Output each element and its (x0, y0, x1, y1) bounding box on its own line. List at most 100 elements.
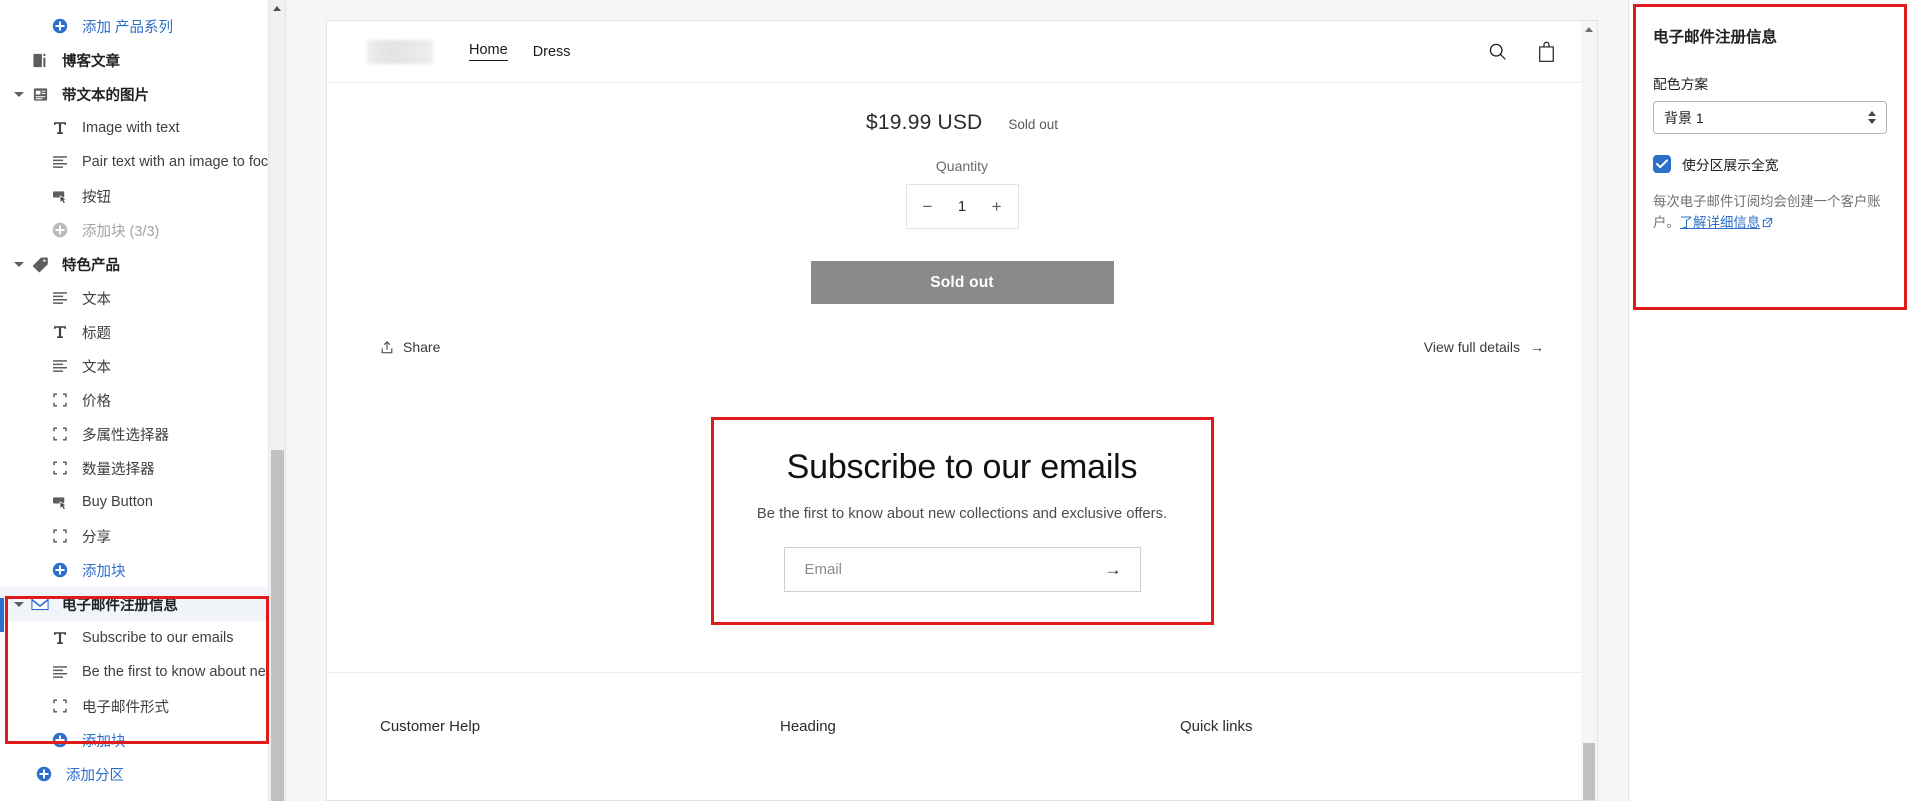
chevron-down-icon[interactable] (13, 598, 26, 611)
search-icon[interactable] (1487, 41, 1508, 62)
nav-link-dress[interactable]: Dress (533, 44, 571, 60)
chevron-down-icon[interactable] (13, 54, 26, 67)
sidebar-block-row[interactable]: 文本 (0, 281, 285, 315)
sidebar-section-row[interactable]: 电子邮件注册信息 (0, 587, 285, 621)
sidebar-block-row[interactable]: 价格 (0, 383, 285, 417)
text-icon (49, 662, 71, 682)
chevron-down-icon[interactable] (13, 258, 26, 271)
full-width-checkbox[interactable] (1653, 155, 1671, 173)
preview-scrollbar[interactable] (1581, 21, 1597, 800)
view-full-details-link[interactable]: View full details → (1424, 339, 1544, 355)
selected-section-marker (0, 598, 4, 632)
sidebar-block-row[interactable]: 分享 (0, 519, 285, 553)
quantity-increase-button[interactable]: + (992, 197, 1002, 217)
sidebar-item-label: 按钮 (82, 189, 111, 206)
email-input[interactable] (804, 561, 1105, 578)
storefront-preview: Home Dress $19.99 USD Sold out Quantity … (326, 20, 1598, 801)
quantity-value[interactable]: 1 (958, 198, 966, 215)
sidebar-item-label: 添加块 (3/3) (82, 223, 160, 240)
button-icon (49, 186, 71, 206)
nav-link-home[interactable]: Home (469, 42, 508, 61)
sidebar-add-row[interactable]: 添加块 (0, 553, 285, 587)
sidebar-item-label: 带文本的图片 (62, 87, 149, 104)
shop-logo[interactable] (367, 39, 433, 64)
sidebar-item-label: 添加分区 (66, 767, 124, 784)
sidebar-block-row[interactable]: Image with text (0, 111, 285, 145)
preview-scroll-thumb[interactable] (1583, 743, 1595, 800)
sidebar-scroll-thumb[interactable] (271, 450, 284, 801)
sidebar-section-row[interactable]: 博客文章 (0, 43, 285, 77)
chevron-down-icon[interactable] (13, 88, 26, 101)
share-label: Share (403, 339, 441, 355)
sidebar-block-row[interactable]: 数量选择器 (0, 451, 285, 485)
quantity-stepper[interactable]: − 1 + (905, 184, 1019, 229)
sidebar-section-row[interactable]: 带文本的图片 (0, 77, 285, 111)
newsletter-heading: Subscribe to our emails (786, 448, 1138, 486)
scroll-up-arrow-icon[interactable] (1585, 27, 1593, 32)
sidebar-item-label: 分享 (82, 529, 111, 546)
chevron-updown-icon[interactable] (1868, 111, 1876, 124)
cart-icon[interactable] (1536, 41, 1557, 63)
sidebar-block-row[interactable]: Pair text with an image to foc... (0, 145, 285, 179)
sidebar-item-label: 博客文章 (62, 53, 120, 70)
theme-editor-window: 添加 产品系列博客文章带文本的图片 Image with text Pair tex… (0, 0, 1911, 801)
sidebar-item-label: Subscribe to our emails (82, 630, 234, 646)
color-scheme-label: 配色方案 (1653, 77, 1709, 92)
arrow-right-icon: → (1530, 339, 1544, 355)
learn-more-link[interactable]: 了解详细信息 (1680, 215, 1760, 230)
settings-highlight-box: 电子邮件注册信息 配色方案 背景 1 使分区展示全宽 每次电子邮件订阅均会创建一… (1633, 4, 1907, 310)
sidebar-item-label: 多属性选择器 (82, 427, 169, 444)
color-scheme-value: 背景 1 (1664, 109, 1704, 126)
sidebar-add-row[interactable]: 添加块 (3/3) (0, 213, 285, 247)
heading-icon (49, 628, 71, 648)
sidebar-item-label: Be the first to know about ne... (82, 664, 278, 680)
sidebar-block-row[interactable]: Subscribe to our emails (0, 621, 285, 655)
newsletter-submit-arrow-icon[interactable]: → (1105, 560, 1122, 580)
sidebar-add-row[interactable]: 添加 产品系列 (0, 9, 285, 43)
sidebar-block-row[interactable]: 标题 (0, 315, 285, 349)
heading-icon (49, 118, 71, 138)
text-icon (49, 152, 71, 172)
email-signup-section[interactable]: Subscribe to our emails Be the first to … (710, 417, 1214, 625)
price-row: $19.99 USD Sold out (327, 111, 1597, 135)
external-link-icon (1762, 214, 1773, 235)
sections-sidebar: 添加 产品系列博客文章带文本的图片 Image with text Pair tex… (0, 0, 286, 801)
color-scheme-select[interactable]: 背景 1 (1653, 101, 1887, 134)
sidebar-block-row[interactable]: Buy Button (0, 485, 285, 519)
generic-block-icon (49, 390, 71, 410)
newsletter-form[interactable]: → (783, 547, 1141, 592)
sidebar-block-row[interactable]: 文本 (0, 349, 285, 383)
sidebar-item-label: 添加块 (82, 563, 126, 580)
full-width-checkbox-row[interactable]: 使分区展示全宽 (1653, 154, 1887, 174)
scroll-up-arrow-icon[interactable] (273, 6, 281, 11)
image-with-text-icon (29, 84, 51, 104)
full-width-label: 使分区展示全宽 (1682, 158, 1779, 173)
settings-panel: 电子邮件注册信息 配色方案 背景 1 使分区展示全宽 每次电子邮件订阅均会创建一… (1628, 0, 1911, 801)
sidebar-add-row[interactable]: 添加块 (0, 723, 285, 757)
sidebar-scrollbar[interactable] (268, 0, 285, 801)
sidebar-block-row[interactable]: 按钮 (0, 179, 285, 213)
generic-block-icon (49, 424, 71, 444)
text-icon (49, 288, 71, 308)
sidebar-block-row[interactable]: Be the first to know about ne... (0, 655, 285, 689)
product-availability: Sold out (1008, 117, 1058, 132)
preview-pane: Home Dress $19.99 USD Sold out Quantity … (286, 0, 1628, 801)
sidebar-item-label: 文本 (82, 359, 111, 376)
view-full-details-label: View full details (1423, 339, 1520, 355)
sidebar-block-row[interactable]: 多属性选择器 (0, 417, 285, 451)
quantity-label: Quantity (935, 158, 989, 174)
footer-column-heading: Customer Help (380, 718, 481, 735)
button-icon (49, 492, 71, 512)
buy-button[interactable]: Sold out (810, 261, 1114, 304)
generic-block-icon (49, 696, 71, 716)
sidebar-item-label: Image with text (82, 120, 180, 136)
plus-circle-icon (49, 560, 71, 580)
quantity-decrease-button[interactable]: − (923, 197, 933, 217)
sidebar-section-row[interactable]: 特色产品 (0, 247, 285, 281)
sidebar-block-row[interactable]: 电子邮件形式 (0, 689, 285, 723)
sidebar-add-row[interactable]: 添加分区 (0, 757, 285, 791)
plus-circle-icon (33, 764, 55, 784)
storefront-header: Home Dress (327, 21, 1597, 83)
sidebar-item-label: 电子邮件形式 (82, 699, 169, 716)
share-button[interactable]: Share (380, 339, 440, 355)
